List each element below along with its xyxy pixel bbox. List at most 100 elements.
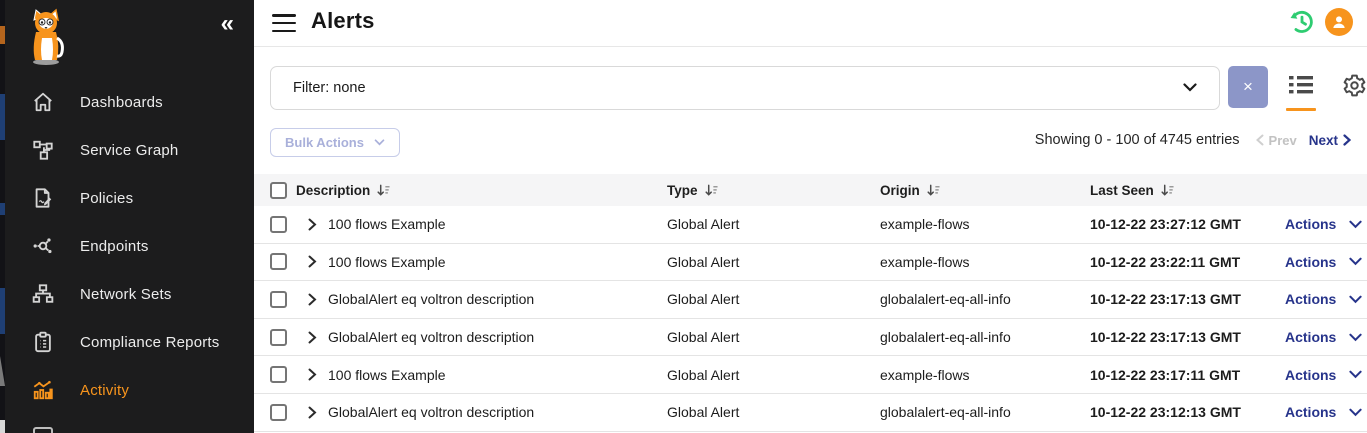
row-checkbox[interactable]: [270, 291, 287, 308]
alert-origin: globalalert-eq-all-info: [880, 291, 1090, 307]
sidebar-item-activity[interactable]: Activity: [0, 366, 254, 414]
column-header-type[interactable]: Type: [667, 183, 880, 198]
row-checkbox[interactable]: [270, 366, 287, 383]
sidebar-item-endpoints[interactable]: Endpoints: [0, 222, 254, 270]
endpoints-icon: [30, 235, 56, 257]
sort-icon: [705, 184, 718, 197]
expand-row-chevron-icon[interactable]: [308, 331, 317, 344]
alert-type: Global Alert: [667, 367, 880, 383]
hamburger-menu-icon[interactable]: [272, 14, 296, 37]
user-avatar-icon[interactable]: [1325, 8, 1353, 36]
chevron-down-icon: [1349, 220, 1362, 229]
alerts-table-body: 100 flows Example Global Alert example-f…: [254, 206, 1367, 432]
screen-edge-artifact: [0, 0, 5, 433]
sort-icon: [377, 184, 390, 197]
row-actions-menu[interactable]: Actions: [1285, 367, 1362, 383]
filter-dropdown-value: Filter: none: [293, 80, 366, 96]
sidebar: « Dashboards Service Graph Policies Endp…: [0, 0, 254, 433]
clear-filter-button[interactable]: ×: [1228, 66, 1268, 108]
partial-icon: [30, 424, 56, 433]
expand-row-chevron-icon[interactable]: [308, 293, 317, 306]
sidebar-item-label: Compliance Reports: [80, 334, 220, 351]
activity-icon: [30, 379, 56, 401]
network-sets-icon: [30, 283, 56, 305]
alert-last-seen: 10-12-22 23:17:11 GMT: [1090, 367, 1285, 383]
column-header-last-seen[interactable]: Last Seen: [1090, 183, 1285, 198]
alert-description: GlobalAlert eq voltron description: [328, 291, 534, 307]
row-actions-menu[interactable]: Actions: [1285, 291, 1362, 307]
sidebar-item-service-graph[interactable]: Service Graph: [0, 126, 254, 174]
sidebar-item-label: Dashboards: [80, 94, 163, 111]
row-checkbox[interactable]: [270, 404, 287, 421]
table-row: 100 flows Example Global Alert example-f…: [254, 206, 1367, 244]
calico-cat-logo: [26, 8, 68, 71]
alert-type: Global Alert: [667, 216, 880, 232]
next-page-link[interactable]: Next: [1309, 133, 1351, 148]
alert-type: Global Alert: [667, 254, 880, 270]
chevron-left-icon: [1256, 134, 1264, 146]
chevron-down-icon: [1349, 408, 1362, 417]
table-row: 100 flows Example Global Alert example-f…: [254, 244, 1367, 282]
sidebar-nav: Dashboards Service Graph Policies Endpoi…: [0, 78, 254, 433]
main-content: Filter: none × Bulk Actions S: [254, 47, 1367, 433]
filter-dropdown[interactable]: Filter: none: [270, 66, 1220, 110]
bulk-actions-label: Bulk Actions: [285, 135, 364, 150]
actions-label: Actions: [1285, 367, 1336, 383]
row-checkbox[interactable]: [270, 253, 287, 270]
column-header-description[interactable]: Description: [296, 183, 667, 198]
sidebar-item-partial[interactable]: [0, 414, 254, 433]
sidebar-item-label: Policies: [80, 190, 133, 207]
actions-label: Actions: [1285, 254, 1336, 270]
expand-row-chevron-icon[interactable]: [308, 406, 317, 419]
table-row: GlobalAlert eq voltron description Globa…: [254, 394, 1367, 432]
tab-settings[interactable]: [1342, 73, 1367, 103]
alert-last-seen: 10-12-22 23:12:13 GMT: [1090, 404, 1285, 420]
alert-description: GlobalAlert eq voltron description: [328, 404, 534, 420]
pagination: Showing 0 - 100 of 4745 entries Prev Nex…: [1035, 132, 1351, 148]
active-tab-indicator: [1286, 108, 1316, 111]
sidebar-item-compliance-reports[interactable]: Compliance Reports: [0, 318, 254, 366]
table-toolbar: Bulk Actions Showing 0 - 100 of 4745 ent…: [254, 128, 1367, 158]
sidebar-item-policies[interactable]: Policies: [0, 174, 254, 222]
policies-icon: [30, 187, 56, 209]
expand-row-chevron-icon[interactable]: [308, 218, 317, 231]
chevron-down-icon: [1349, 333, 1362, 342]
alert-last-seen: 10-12-22 23:17:13 GMT: [1090, 329, 1285, 345]
actions-label: Actions: [1285, 216, 1336, 232]
compliance-reports-icon: [30, 331, 56, 353]
alert-description: 100 flows Example: [328, 216, 446, 232]
tab-list-view[interactable]: [1286, 73, 1316, 111]
page-title: Alerts: [311, 8, 375, 34]
expand-row-chevron-icon[interactable]: [308, 368, 317, 381]
row-checkbox[interactable]: [270, 216, 287, 233]
select-all-checkbox[interactable]: [270, 182, 287, 199]
history-icon[interactable]: [1288, 8, 1316, 36]
column-header-origin[interactable]: Origin: [880, 183, 1090, 198]
alert-origin: globalalert-eq-all-info: [880, 404, 1090, 420]
alert-origin: example-flows: [880, 216, 1090, 232]
row-actions-menu[interactable]: Actions: [1285, 329, 1362, 345]
alert-origin: example-flows: [880, 367, 1090, 383]
table-row: GlobalAlert eq voltron description Globa…: [254, 319, 1367, 357]
expand-row-chevron-icon[interactable]: [308, 255, 317, 268]
alert-description: GlobalAlert eq voltron description: [328, 329, 534, 345]
chevron-down-icon: [1349, 370, 1362, 379]
sidebar-item-label: Endpoints: [80, 238, 149, 255]
alert-type: Global Alert: [667, 404, 880, 420]
sidebar-item-network-sets[interactable]: Network Sets: [0, 270, 254, 318]
sidebar-collapse-button[interactable]: «: [221, 12, 234, 36]
page-header: Alerts: [254, 0, 1367, 47]
alert-type: Global Alert: [667, 291, 880, 307]
sidebar-item-dashboards[interactable]: Dashboards: [0, 78, 254, 126]
service-graph-icon: [30, 139, 56, 161]
sidebar-item-label: Network Sets: [80, 286, 172, 303]
row-actions-menu[interactable]: Actions: [1285, 216, 1362, 232]
prev-page-link[interactable]: Prev: [1256, 133, 1297, 148]
row-actions-menu[interactable]: Actions: [1285, 404, 1362, 420]
alert-description: 100 flows Example: [328, 367, 446, 383]
alert-origin: globalalert-eq-all-info: [880, 329, 1090, 345]
bulk-actions-button[interactable]: Bulk Actions: [270, 128, 400, 157]
row-checkbox[interactable]: [270, 329, 287, 346]
view-tabs: [1286, 73, 1367, 111]
row-actions-menu[interactable]: Actions: [1285, 254, 1362, 270]
